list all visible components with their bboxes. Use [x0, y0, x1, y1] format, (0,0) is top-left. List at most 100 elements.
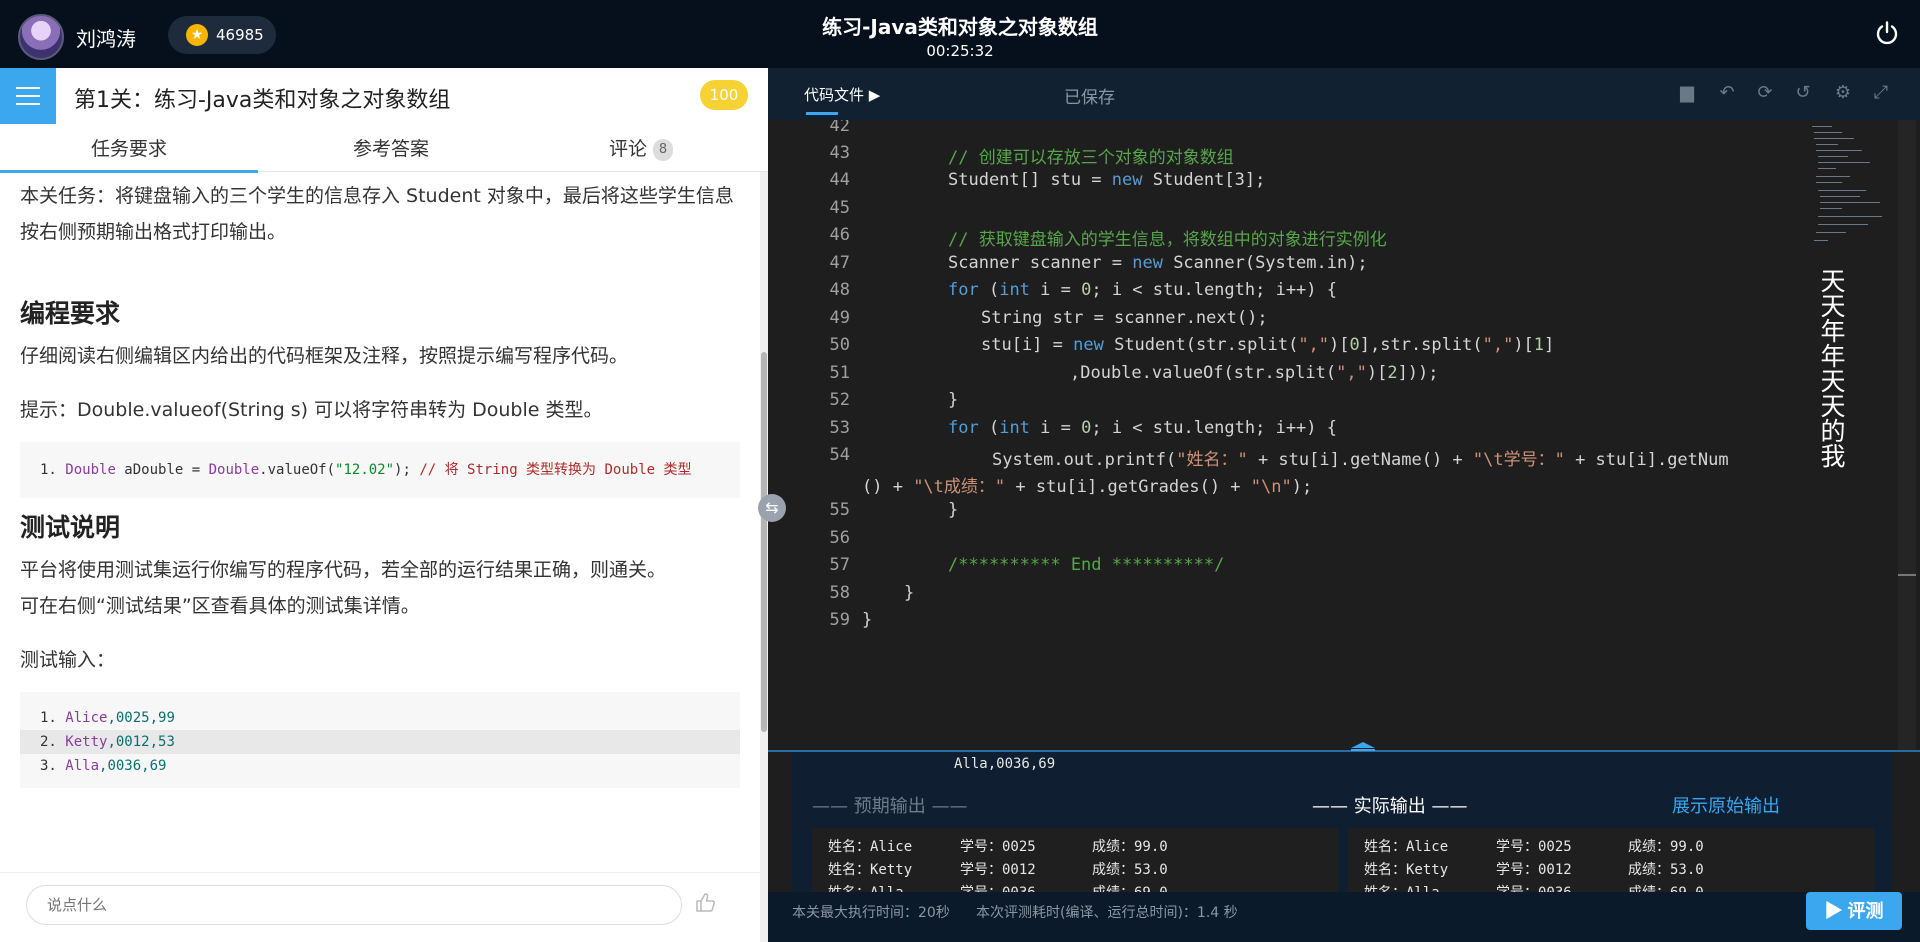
show-raw-output-link[interactable]: 展示原始输出 — [1672, 792, 1780, 818]
test-input-label: 测试输入： — [20, 649, 116, 671]
code-string: "\n" — [1250, 477, 1292, 497]
code-token: )[ — [1329, 335, 1350, 355]
heading-test-description: 测试说明 — [20, 513, 121, 542]
output-name: 姓名：Ketty — [1364, 862, 1449, 878]
line-number: 52 — [829, 390, 850, 410]
tab-task-requirements[interactable]: 任务要求 — [0, 126, 258, 173]
code-token: ] — [1544, 335, 1555, 355]
scroll-thumb[interactable] — [761, 352, 767, 732]
expected-output-label: —— 预期输出 —— — [812, 796, 968, 817]
evaluation-elapsed-time: 本次评测耗时(编译、运行总时间)：1.4 秒 — [976, 905, 1238, 921]
top-bar: 刘鸿涛 ★ 46985 练习-Java类和对象之对象数组 00:25:32 — [0, 0, 1920, 68]
task-scrollbar[interactable] — [760, 172, 768, 942]
tab-comments[interactable]: 评论 8 — [512, 126, 770, 172]
tab-label: 参考答案 — [352, 138, 429, 160]
code-keyword: new — [1111, 170, 1143, 190]
refresh-icon[interactable]: ⟳ — [1754, 82, 1776, 104]
line-number: 1. — [40, 462, 57, 478]
comment-input[interactable] — [26, 885, 682, 925]
code-line: 2. Ketty,0012,53 — [20, 730, 740, 754]
code-file-tab[interactable]: 代码文件 ▶ — [804, 84, 880, 115]
code-token: Double — [208, 462, 260, 478]
elapsed-timer: 00:25:32 — [926, 42, 994, 60]
code-token: i = — [1029, 280, 1082, 300]
heading-programming-requirements: 编程要求 — [20, 299, 121, 328]
code-token: ,Double.valueOf(str.split( — [1070, 363, 1337, 383]
output-grade: 成绩：53.0 — [1092, 862, 1168, 878]
level-title: 第1关：练习-Java类和对象之对象数组 — [74, 88, 451, 113]
power-icon[interactable] — [1874, 20, 1900, 46]
code-token: )[ — [1513, 335, 1534, 355]
editor-scrollbar[interactable] — [1898, 120, 1916, 750]
line-number: 53 — [829, 418, 850, 438]
output-num: 学号：0025 — [960, 839, 1036, 855]
code-token: ,0012, — [107, 734, 159, 750]
comment-bar — [0, 872, 760, 942]
code-number: 1 — [1533, 335, 1545, 355]
code-keyword: int — [999, 280, 1030, 300]
menu-button[interactable] — [0, 68, 56, 124]
thumbs-up-icon[interactable] — [694, 891, 716, 913]
code-token: Scanner scanner = — [948, 253, 1133, 273]
line-number: 59 — [829, 610, 850, 630]
task-panel: 第1关：练习-Java类和对象之对象数组 100 任务要求 参考答案 评论 8 本… — [0, 68, 768, 942]
code-token: stu[i] = — [981, 335, 1074, 355]
line-number: 42 — [829, 120, 850, 136]
evaluate-button[interactable]: ▶ 评测 — [1806, 892, 1902, 930]
test-input-code-block: 1. Alice,0025,99 2. Ketty,0012,53 3. All… — [20, 692, 740, 788]
gear-icon[interactable]: ⚙ — [1832, 82, 1854, 104]
undo-icon[interactable]: ↶ — [1716, 82, 1738, 104]
code-token: () + — [862, 477, 914, 497]
code-token: i = — [1029, 418, 1082, 438]
code-token: aDouble = — [115, 462, 209, 478]
task-description: 本关任务：将键盘输入的三个学生的信息存入 Student 对象中，最后将这些学生… — [20, 185, 734, 243]
code-token: + stu[i].getNum — [1564, 450, 1729, 470]
code-line: Student[] stu = new Student[3]; — [948, 170, 1265, 190]
line-number: 56 — [829, 528, 850, 548]
code-keyword: for — [948, 280, 979, 300]
code-line: } — [862, 610, 873, 630]
code-line: for (int i = 0; i < stu.length; i++) { — [948, 280, 1337, 300]
status-bar: 本关最大执行时间：20秒 本次评测耗时(编译、运行总时间)：1.4 秒 ▶ 评测 — [768, 892, 1920, 942]
editor-panel: 代码文件 ▶ 已保存 ▆ ↶ ⟳ ↺ ⚙ ⤢ 42 43 44 45 46 47… — [768, 68, 1920, 942]
code-token: ( — [978, 280, 1000, 300]
code-line: Scanner scanner = new Scanner(System.in)… — [948, 253, 1368, 273]
history-icon[interactable]: ↺ — [1792, 82, 1814, 104]
code-string: "姓名：" — [1176, 450, 1248, 470]
test-text-1: 平台将使用测试集运行你编写的程序代码，若全部的运行结果正确，则通关。 — [20, 559, 667, 581]
code-token: + stu[i].getName() + — [1247, 450, 1473, 470]
task-content: 本关任务：将键盘输入的三个学生的信息存入 Student 对象中，最后将这些学生… — [0, 178, 760, 868]
score-badge: 100 — [700, 80, 748, 110]
line-number: 44 — [829, 170, 850, 190]
line-number: 3. — [40, 758, 57, 774]
programming-text: 仔细阅读右侧编辑区内给出的代码框架及注释，按照提示编写程序代码。 — [20, 345, 629, 367]
code-string: "," — [1482, 335, 1514, 355]
actual-output-label: —— 实际输出 —— — [1312, 796, 1468, 817]
code-comment: // 创建可以存放三个对象的对象数组 — [948, 148, 1234, 168]
panel-resize-handle[interactable]: ⇆ — [758, 494, 786, 522]
folder-icon[interactable]: ▆ — [1676, 82, 1698, 104]
output-num: 学号：0025 — [1496, 839, 1572, 855]
code-token: Student[] stu = — [948, 170, 1112, 190]
hint-code-block: 1. Double aDouble = Double.valueOf("12.0… — [20, 442, 740, 498]
tab-reference-answer[interactable]: 参考答案 — [262, 126, 520, 172]
code-string: "\t成绩：" — [913, 477, 1006, 497]
line-number: 45 — [829, 198, 850, 218]
code-token: Student[3]; — [1142, 170, 1266, 190]
hint-text: 提示：Double.valueof(String s) 可以将字符串转为 Dou… — [20, 399, 603, 421]
code-token: ); — [394, 462, 420, 478]
side-watermark-text: 天天年年天天的我 — [1817, 268, 1846, 468]
line-number: 49 — [829, 308, 850, 328]
code-token: Student(str.split( — [1103, 335, 1299, 355]
code-token: ; i < stu.length; i++) { — [1091, 418, 1337, 438]
task-title: 练习-Java类和对象之对象数组 — [822, 15, 1098, 39]
code-keyword: new — [1132, 253, 1163, 273]
code-token: ); — [1291, 477, 1313, 497]
code-number: 2 — [1387, 363, 1398, 383]
fullscreen-icon[interactable]: ⤢ — [1870, 82, 1892, 104]
code-editor[interactable]: 42 43 44 45 46 47 48 49 50 51 52 53 54 5… — [768, 120, 1920, 750]
line-number: 1. — [40, 710, 57, 726]
code-minimap[interactable] — [1808, 120, 1888, 260]
code-token: )[ — [1366, 363, 1388, 383]
code-token: Scanner(System.in); — [1162, 253, 1368, 273]
